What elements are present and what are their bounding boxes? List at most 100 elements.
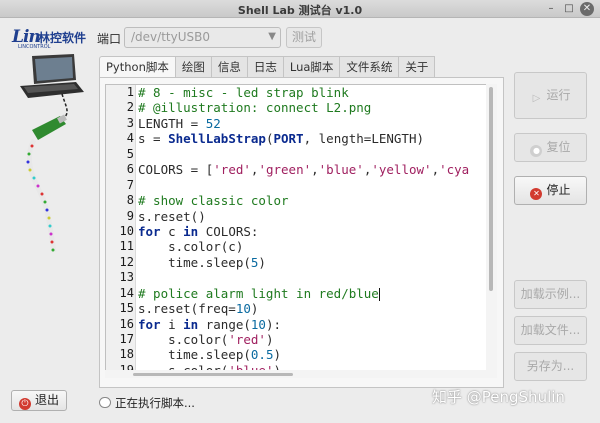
run-button[interactable]: ▷ 运行 [514,72,587,119]
tab-python[interactable]: Python脚本 [99,56,176,78]
code-line[interactable]: 5 [106,147,490,162]
vertical-scrollbar-thumb[interactable] [489,87,493,291]
code-token: # police alarm light in red/blue [138,285,379,301]
minimize-icon[interactable]: – [544,2,558,16]
line-number: 11 [119,239,134,254]
code-line[interactable]: 8 # show classic color [106,193,490,208]
code-line[interactable]: 2 # @illustration: connect L2.png [106,100,490,115]
code-token: 'red' [213,162,251,178]
quit-button[interactable]: ⏻ 退出 [11,390,67,411]
code-token: 0.5 [250,347,274,363]
watermark: 知乎 @PengShulin [432,388,565,406]
speech-bubble-icon [99,397,111,408]
code-line[interactable]: 14 # police alarm light in red/blue [106,286,490,301]
code-line[interactable]: 3 LENGTH = 52 [106,116,490,131]
maximize-icon[interactable]: □ [562,2,576,16]
code-token: in [183,223,199,239]
code-line[interactable]: 13 [106,270,490,285]
line-number: 9 [126,208,134,223]
chevron-down-icon: ▼ [268,31,276,42]
save-as-button[interactable]: 另存为... [514,352,587,381]
code-line[interactable]: 7 [106,178,490,193]
code-line[interactable]: 6 COLORS = ['red','green','blue','yellow'… [106,162,490,177]
power-icon: ⏻ [18,398,31,410]
line-number: 16 [119,316,134,331]
code-text: for c in COLORS: [138,224,258,239]
tab-plot[interactable]: 绘图 [175,56,212,78]
code-line[interactable]: 11 s.color(c) [106,239,490,254]
horizontal-scrollbar-thumb[interactable] [133,373,293,376]
code-token: s.color(c) [138,239,244,255]
code-text: s = ShellLabStrap(PORT, length=LENGTH) [138,131,424,146]
code-token: LENGTH = [138,115,206,131]
code-token: s = [138,131,169,147]
line-number: 12 [119,254,134,269]
code-text: for i in range(10): [138,317,281,332]
code-token: time.sleep( [138,347,251,363]
reset-button[interactable]: ● 复位 [514,133,587,162]
test-button[interactable]: 测试 [286,27,322,48]
line-number: 15 [119,301,134,316]
code-token: range( [198,316,251,332]
tab-about[interactable]: 关于 [399,56,436,78]
app-window: Shell Lab 测试台 v1.0 – □ ✕ Lin 林控软件 LINCON… [0,0,600,423]
code-line[interactable]: 10 for c in COLORS: [106,224,490,239]
code-text: COLORS = ['red','green','blue','yellow',… [138,162,469,177]
code-token: c [160,223,184,239]
line-number: 17 [119,332,134,346]
code-token: ) [258,254,266,270]
code-line[interactable]: 4 s = ShellLabStrap(PORT, length=LENGTH) [106,131,490,146]
code-text: s.color(c) [138,239,243,254]
line-number: 7 [126,177,134,192]
code-token: # 8 - misc - led strap blink [138,85,349,100]
tab-filesystem[interactable]: 文件系统 [340,56,400,78]
code-token: ) [265,332,274,347]
code-line[interactable]: 9 s.reset() [106,209,490,224]
code-token: 'red' [228,332,266,347]
code-token: in [183,316,199,332]
text-cursor [378,287,380,301]
code-token: , length=LENGTH) [303,131,425,147]
play-icon: ▷ [532,93,541,104]
window-controls: – □ ✕ [544,2,594,16]
line-number: 14 [119,285,134,300]
code-token: s.reset() [138,208,206,224]
laptop-icon [20,54,84,98]
title-bar: Shell Lab 测试台 v1.0 – □ ✕ [0,0,600,18]
tab-info[interactable]: 信息 [211,56,248,78]
code-text: s.color('red') [138,332,273,347]
tab-log[interactable]: 日志 [247,56,284,78]
code-line[interactable]: 16 for i in range(10): [106,317,490,332]
vertical-scrollbar[interactable] [486,84,497,378]
line-number: 13 [119,270,134,285]
line-number: 2 [126,100,134,115]
code-token: i [160,316,184,332]
close-icon[interactable]: ✕ [580,2,594,16]
code-text: s.reset() [138,209,206,224]
code-editor[interactable]: 1 # 8 - misc - led strap blink 2 # @illustr… [105,84,497,378]
code-line[interactable]: 17 s.color('red') [106,332,490,347]
code-token: # @illustration: connect L2.png [138,100,372,116]
line-number: 10 [119,223,134,238]
line-number: 5 [126,146,134,161]
tab-lua[interactable]: Lua脚本 [283,56,341,78]
load-example-button[interactable]: 加载示例... [514,280,587,309]
usb-board-icon [32,114,67,140]
window-title: Shell Lab 测试台 v1.0 [237,4,363,17]
stop-button[interactable]: ✕ 停止 [514,176,587,205]
tab-bar: Python脚本 绘图 信息 日志 Lua脚本 文件系统 关于 [99,56,436,78]
port-select[interactable]: /dev/ttyUSB0 ▼ [124,27,281,48]
code-token: ShellLabStrap [168,131,266,147]
status-text: 正在执行脚本... [115,396,195,410]
code-line[interactable]: 18 time.sleep(0.5) [106,347,490,362]
reset-icon: ● [530,145,543,157]
load-file-button[interactable]: 加载文件... [514,316,587,345]
code-line[interactable]: 12 time.sleep(5) [106,255,490,270]
code-line[interactable]: 1 # 8 - misc - led strap blink [106,85,490,100]
logo-subtitle: LINCONTROL [18,44,51,50]
code-token: COLORS = [ [138,162,214,178]
code-token: 'green' [258,162,312,178]
code-line[interactable]: 15 s.reset(freq=10) [106,301,490,316]
horizontal-scrollbar[interactable] [105,370,486,378]
code-token: ) [273,347,281,363]
